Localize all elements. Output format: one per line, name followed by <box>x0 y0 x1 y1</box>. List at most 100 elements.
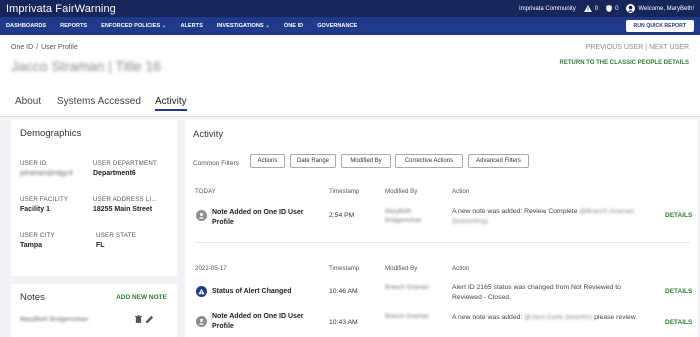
return-classic-link[interactable]: RETURN TO THE CLASSIC PEOPLE DETAILS <box>560 60 689 66</box>
next-user-link[interactable]: NEXT USER <box>649 44 689 51</box>
tab-about[interactable]: About <box>15 96 41 107</box>
row-action: Alert ID 2165 status was changed from No… <box>452 283 652 302</box>
col-action: Action <box>452 265 470 272</box>
shield-indicator[interactable]: 0 <box>606 5 618 12</box>
row-modified-by: MaryBeth Bridgemohan <box>385 208 422 224</box>
breadcrumb-separator: / <box>36 44 39 51</box>
nav-dashboards[interactable]: DASHBOARDS <box>0 23 53 29</box>
user-city-label: USER CITY <box>20 232 55 239</box>
group-divider <box>195 242 690 243</box>
chevron-down-icon: ⌄ <box>161 23 167 29</box>
nav-reports[interactable]: REPORTS <box>53 23 94 29</box>
row-action-text: A new note was added: <box>452 314 523 321</box>
filter-modified-by-button[interactable]: Modified By <box>341 154 391 168</box>
row-title[interactable]: Note Added on One ID User Profile <box>212 208 322 228</box>
brand-logo[interactable]: Imprivata FairWarning <box>0 3 116 15</box>
user-avatar-icon <box>626 4 636 13</box>
pager-separator: | <box>645 44 648 51</box>
row-action-text: A new note was added: Review Complete <box>452 208 578 215</box>
user-facility-value: Facility 1 <box>20 206 50 213</box>
demographics-title: Demographics <box>20 128 82 139</box>
row-timestamp: 10:43 AM <box>329 319 358 326</box>
details-link[interactable]: DETAILS <box>665 319 692 326</box>
breadcrumb-one-id[interactable]: One ID <box>11 44 33 51</box>
profile-header: One ID / User Profile Jacco Straman | Titl… <box>0 35 700 117</box>
user-department-field: USER DEPARTMENT Department6 <box>93 160 157 177</box>
note-actions <box>135 315 154 323</box>
row-action: A new note was added: @Jaco Earle (beart… <box>452 313 652 323</box>
user-state-field: USER STATE FL <box>96 232 136 249</box>
user-facility-label: USER FACILITY <box>20 196 69 203</box>
row-title[interactable]: Note Added on One ID User Profile <box>212 312 322 332</box>
person-icon <box>196 210 207 221</box>
person-icon <box>196 316 207 327</box>
alert-count: 0 <box>594 5 599 12</box>
shield-icon <box>606 5 612 12</box>
common-filters-label: Common Filters <box>193 160 239 167</box>
activity-title: Activity <box>193 129 224 140</box>
notes-title: Notes <box>20 292 45 303</box>
user-menu[interactable]: Welcome, MaryBeth! <box>626 4 694 13</box>
row-action-mention: @Jaco Earle (bearths) <box>524 314 593 321</box>
nav-investigations[interactable]: INVESTIGATIONS ⌄ <box>210 23 277 29</box>
row-action: A new note was added: Review Complete @B… <box>452 207 652 226</box>
chevron-down-icon: ⌄ <box>265 23 270 29</box>
details-link[interactable]: DETAILS <box>665 212 692 219</box>
user-id-field: USER ID jstraman@rdgy.tl <box>20 160 73 177</box>
nav-alerts[interactable]: ALERTS <box>173 23 209 29</box>
user-city-field: USER CITY Tampa <box>20 232 55 249</box>
trash-icon[interactable] <box>135 315 142 323</box>
alert-icon <box>196 286 207 297</box>
main-nav: DASHBOARDS REPORTS ENFORCED POLICIES ⌄ A… <box>0 17 700 35</box>
row-action-text-end: please review <box>594 314 636 321</box>
tab-activity[interactable]: Activity <box>155 96 187 111</box>
user-pager: PREVIOUS USER | NEXT USER <box>586 44 689 51</box>
col-modified-by: Modified By <box>385 265 418 272</box>
alerts-indicator[interactable]: 0 <box>583 5 599 12</box>
user-city-value: Tampa <box>20 242 43 249</box>
user-address-label: USER ADDRESS LI... <box>93 196 158 203</box>
nav-governance[interactable]: GOVERNANCE <box>310 23 364 29</box>
breadcrumb-current: User Profile <box>41 44 78 51</box>
previous-user-link[interactable]: PREVIOUS USER <box>586 44 644 51</box>
activity-card: Activity Common Filters Actions Date Ran… <box>185 120 697 337</box>
col-modified-by: Modified By <box>385 188 418 195</box>
shield-count: 0 <box>615 5 619 12</box>
user-id-label: USER ID <box>20 160 47 167</box>
add-new-note-button[interactable]: ADD NEW NOTE <box>116 294 167 301</box>
run-quick-report-button[interactable]: RUN QUICK REPORT <box>625 20 694 32</box>
col-action: Action <box>452 188 470 195</box>
filter-corrective-actions-button[interactable]: Corrective Actions <box>395 154 463 168</box>
welcome-text: Welcome, MaryBeth! <box>638 5 694 12</box>
user-address-field: USER ADDRESS LI... 18255 Main Street <box>93 196 157 213</box>
row-action-text: Alert ID 2165 status was changed from No… <box>452 284 621 301</box>
user-state-value: FL <box>96 242 105 249</box>
profile-tabs: About Systems Accessed Activity <box>0 94 700 117</box>
user-department-value: Department6 <box>93 170 136 177</box>
user-department-label: USER DEPARTMENT <box>93 160 157 167</box>
user-address-value: 18255 Main Street <box>93 206 153 213</box>
nav-one-id[interactable]: ONE ID <box>277 23 310 29</box>
filter-date-range-button[interactable]: Date Range <box>290 154 336 168</box>
nav-enforced-policies-label: ENFORCED POLICIES <box>101 23 161 29</box>
filter-advanced-filters-button[interactable]: Advanced Filters <box>468 154 529 168</box>
community-link[interactable]: Imprivata Community <box>519 6 576 12</box>
demographics-card: Demographics USER ID jstraman@rdgy.tl US… <box>11 120 177 276</box>
filter-actions-button[interactable]: Actions <box>250 154 285 168</box>
user-state-label: USER STATE <box>96 232 136 239</box>
user-facility-field: USER FACILITY Facility 1 <box>20 196 68 213</box>
pencil-icon[interactable] <box>146 315 154 323</box>
tab-systems-accessed[interactable]: Systems Accessed <box>57 96 141 107</box>
group-date: 2022-05-17 <box>195 265 227 272</box>
notes-card: Notes ADD NEW NOTE MaryBeth Bridgemohan <box>11 284 177 337</box>
row-title[interactable]: Status of Alert Changed <box>212 287 322 297</box>
row-modified-by: Branch Graman <box>385 284 429 291</box>
row-timestamp: 10:46 AM <box>329 288 358 295</box>
top-bar: Imprivata FairWarning Imprivata Communit… <box>0 0 700 17</box>
details-link[interactable]: DETAILS <box>665 288 692 295</box>
col-timestamp: Timestamp <box>329 265 360 272</box>
nav-enforced-policies[interactable]: ENFORCED POLICIES ⌄ <box>94 23 173 29</box>
warning-icon <box>583 5 592 12</box>
row-timestamp: 2:54 PM <box>329 212 355 219</box>
row-modified-by: Branch Graman <box>385 313 429 320</box>
